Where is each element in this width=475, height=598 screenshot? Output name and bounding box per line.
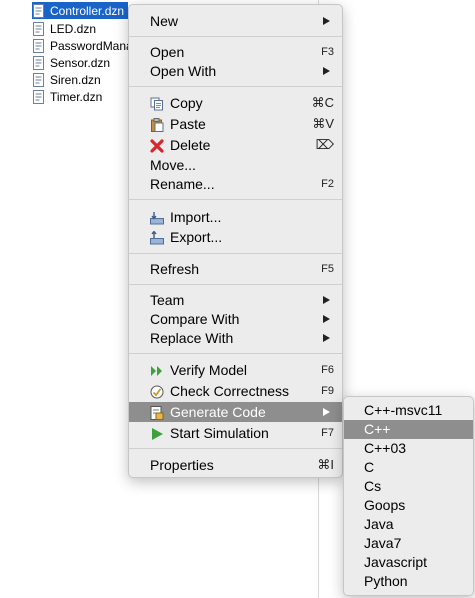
submenu-item-python[interactable]: Python (344, 572, 473, 591)
file-icon (32, 72, 45, 87)
submenu-item-goops[interactable]: Goops (344, 496, 473, 515)
file-label: Controller.dzn (50, 3, 125, 18)
file-item-siren[interactable]: Siren.dzn (32, 71, 101, 88)
file-icon (32, 38, 45, 53)
menu-item-team[interactable]: Team (129, 290, 342, 310)
menu-item-refresh[interactable]: Refresh F5 (129, 259, 342, 279)
submenu-arrow-icon (323, 315, 330, 323)
check-icon (150, 384, 164, 399)
submenu-item-cpp03[interactable]: C++03 (344, 439, 473, 458)
menu-separator (129, 284, 342, 285)
menu-item-compare-with[interactable]: Compare With (129, 309, 342, 329)
file-label: Timer.dzn (50, 89, 103, 104)
file-item-timer[interactable]: Timer.dzn (32, 88, 102, 105)
menu-separator (129, 448, 342, 449)
menu-item-open-with[interactable]: Open With (129, 61, 342, 81)
file-item-passwordmanager[interactable]: PasswordMana (32, 37, 133, 54)
menu-item-check-correctness[interactable]: Check Correctness F9 (129, 381, 342, 401)
verify-icon (150, 363, 164, 377)
menu-item-import[interactable]: Import... (129, 207, 342, 227)
submenu-arrow-icon (323, 334, 330, 342)
submenu-item-cpp-msvc11[interactable]: C++-msvc11 (344, 401, 473, 420)
file-item-controller[interactable]: Controller.dzn (32, 2, 129, 19)
export-icon (150, 230, 164, 245)
menu-item-replace-with[interactable]: Replace With (129, 328, 342, 348)
copy-icon (150, 96, 164, 111)
submenu-arrow-icon (323, 67, 330, 75)
submenu-item-java[interactable]: Java (344, 515, 473, 534)
file-item-led[interactable]: LED.dzn (32, 20, 96, 37)
menu-item-delete[interactable]: Delete ⌦ (129, 135, 342, 155)
file-icon (32, 21, 45, 36)
file-icon (32, 89, 45, 104)
submenu-item-c[interactable]: C (344, 458, 473, 477)
submenu-arrow-icon (323, 408, 330, 416)
file-label: PasswordMana (50, 38, 133, 53)
generate-code-submenu: C++-msvc11 C++ C++03 C Cs Goops Java Jav… (343, 396, 474, 596)
menu-item-move[interactable]: Move... (129, 155, 342, 175)
menu-separator (129, 253, 342, 254)
delete-icon (150, 138, 164, 153)
generate-icon (150, 405, 164, 420)
menu-item-new[interactable]: New (129, 11, 342, 31)
file-icon (32, 55, 45, 70)
paste-icon (150, 117, 164, 132)
submenu-arrow-icon (323, 296, 330, 304)
menu-item-generate-code[interactable]: Generate Code (129, 402, 342, 422)
file-item-sensor[interactable]: Sensor.dzn (32, 54, 110, 71)
context-menu: New Open F3 Open With Copy ⌘C Paste ⌘V D… (128, 4, 343, 478)
submenu-item-javascript[interactable]: Javascript (344, 553, 473, 572)
menu-item-export[interactable]: Export... (129, 227, 342, 247)
file-label: Siren.dzn (50, 72, 101, 87)
menu-item-paste[interactable]: Paste ⌘V (129, 114, 342, 134)
file-icon (32, 3, 45, 18)
menu-separator (129, 199, 342, 200)
menu-separator (129, 353, 342, 354)
submenu-item-cpp[interactable]: C++ (344, 420, 473, 439)
menu-separator (129, 86, 342, 87)
menu-item-open[interactable]: Open F3 (129, 42, 342, 62)
submenu-arrow-icon (323, 17, 330, 25)
file-label: LED.dzn (50, 21, 97, 36)
menu-item-start-simulation[interactable]: Start Simulation F7 (129, 423, 342, 443)
play-icon (150, 426, 164, 440)
submenu-item-java7[interactable]: Java7 (344, 534, 473, 553)
menu-item-copy[interactable]: Copy ⌘C (129, 93, 342, 113)
submenu-item-cs[interactable]: Cs (344, 477, 473, 496)
menu-item-verify-model[interactable]: Verify Model F6 (129, 360, 342, 380)
menu-separator (129, 36, 342, 37)
file-label: Sensor.dzn (50, 55, 111, 70)
menu-item-properties[interactable]: Properties ⌘I (129, 455, 342, 475)
import-icon (150, 210, 164, 225)
menu-item-rename[interactable]: Rename... F2 (129, 174, 342, 194)
